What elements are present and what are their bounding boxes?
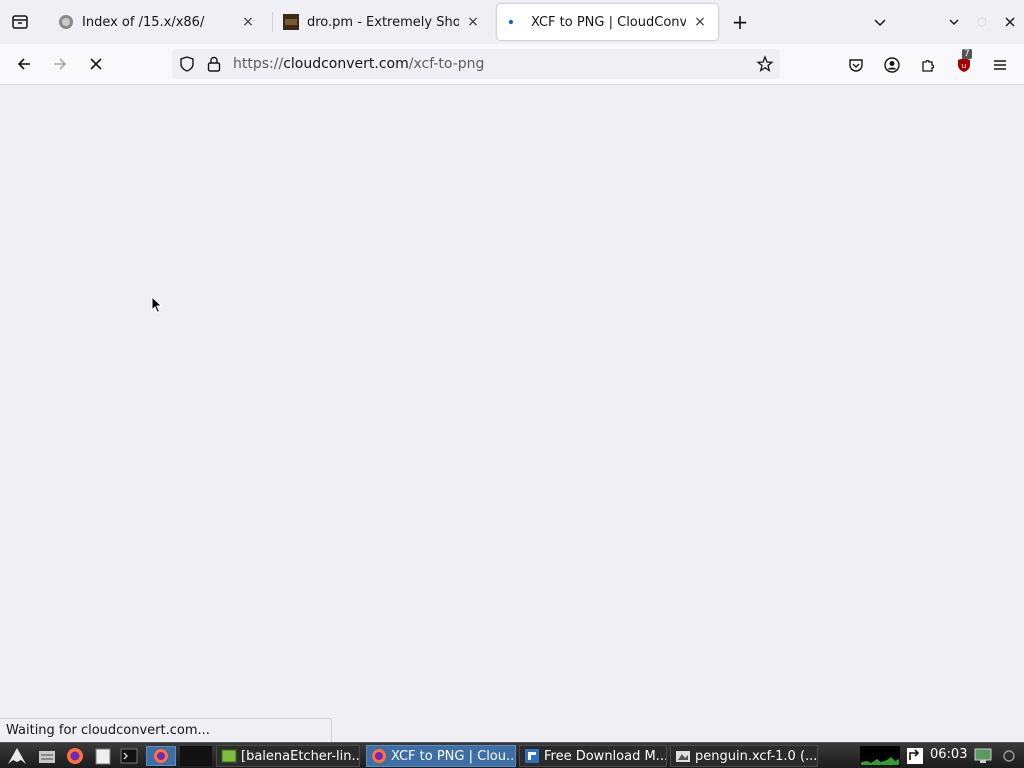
chevron-down-icon bbox=[874, 19, 886, 27]
list-all-tabs-button[interactable] bbox=[868, 10, 892, 34]
url-text[interactable]: https://cloudconvert.com/xcf-to-png bbox=[233, 56, 484, 72]
tab-title: Index of /15.x/x86/ bbox=[82, 14, 205, 30]
account-icon bbox=[884, 57, 900, 73]
taskbar-window-cloudconvert[interactable]: XCF to PNG | Clou... bbox=[366, 745, 516, 767]
circle-icon bbox=[977, 17, 987, 27]
app-menu-button[interactable] bbox=[988, 53, 1012, 77]
chevron-down-icon bbox=[949, 19, 959, 25]
tab-title: XCF to PNG | CloudConvert bbox=[531, 14, 686, 30]
display-tray-icon[interactable] bbox=[972, 746, 994, 766]
arrow-right-icon bbox=[54, 58, 67, 70]
taskbar: [balenaEtcher-lin... XCF to PNG | Clou..… bbox=[0, 742, 1024, 768]
tab-close-icon[interactable]: × bbox=[465, 14, 481, 30]
status-panel: Waiting for cloudconvert.com... bbox=[0, 718, 332, 742]
taskbar-window-label: penguin.xcf-1.0 (... bbox=[695, 748, 818, 764]
firefox-launcher[interactable] bbox=[64, 746, 86, 766]
gimp-icon bbox=[676, 751, 690, 762]
navigation-toolbar: https://cloudconvert.com/xcf-to-png u 7 bbox=[0, 44, 1024, 85]
pocket-button[interactable] bbox=[844, 53, 868, 77]
forward-button[interactable] bbox=[48, 52, 72, 76]
text-editor-launcher[interactable] bbox=[92, 746, 114, 766]
firefox-running-launcher[interactable] bbox=[146, 746, 176, 766]
file-manager-launcher[interactable] bbox=[36, 746, 58, 766]
taskbar-window-label: XCF to PNG | Clou... bbox=[391, 748, 516, 764]
puzzle-icon bbox=[922, 59, 935, 72]
terminal-icon bbox=[120, 748, 138, 764]
taskbar-window-penguin-xcf[interactable]: penguin.xcf-1.0 (... bbox=[670, 745, 818, 767]
taskbar-window-free-download[interactable]: Free Download M... bbox=[519, 745, 667, 767]
firefox-icon bbox=[67, 748, 83, 764]
minimize-button[interactable] bbox=[942, 10, 966, 34]
power-tray-icon[interactable] bbox=[998, 746, 1020, 766]
arrow-left-icon bbox=[17, 58, 30, 70]
tab-title: dro.pm - Extremely Short URL bbox=[307, 14, 459, 30]
folder-icon bbox=[39, 751, 55, 763]
taskbar-clock: 06:03 bbox=[930, 747, 968, 762]
tab-close-icon[interactable]: × bbox=[692, 14, 708, 30]
loading-dot-icon bbox=[507, 14, 523, 30]
firefox-icon bbox=[372, 749, 386, 763]
arch-logo-icon bbox=[8, 748, 26, 764]
hamburger-menu-icon bbox=[994, 60, 1006, 70]
firefox-view-icon bbox=[12, 15, 28, 29]
cpu-monitor-graph bbox=[860, 746, 900, 766]
document-icon bbox=[95, 748, 111, 765]
url-bar[interactable]: https://cloudconvert.com/xcf-to-png bbox=[172, 49, 780, 79]
url-host: cloudconvert.com bbox=[283, 56, 409, 72]
close-icon bbox=[1005, 17, 1015, 27]
globe-icon bbox=[58, 14, 74, 30]
extensions-button[interactable] bbox=[916, 53, 940, 77]
firefox-icon bbox=[154, 749, 168, 763]
refresh-icon bbox=[1003, 750, 1015, 762]
lock-icon[interactable] bbox=[206, 55, 222, 77]
cpu-graph-icon bbox=[861, 757, 899, 765]
tab-dro-pm[interactable]: dro.pm - Extremely Short URL × bbox=[273, 4, 491, 40]
taskbar-window-label: Free Download M... bbox=[544, 748, 667, 764]
mouse-cursor-icon bbox=[151, 296, 163, 314]
network-tray-icon[interactable] bbox=[904, 746, 926, 766]
download-manager-icon bbox=[525, 749, 539, 763]
shield-icon[interactable] bbox=[178, 55, 196, 77]
workspace-pager[interactable] bbox=[180, 746, 212, 766]
back-button[interactable] bbox=[12, 52, 36, 76]
new-tab-button[interactable]: + bbox=[728, 10, 752, 34]
pocket-icon bbox=[849, 59, 863, 72]
monitor-icon bbox=[974, 748, 992, 763]
stop-button[interactable] bbox=[84, 52, 108, 76]
taskbar-window-label: [balenaEtcher-lin... bbox=[241, 748, 360, 764]
bookmark-star-icon[interactable] bbox=[756, 55, 774, 77]
url-path: /xcf-to-png bbox=[408, 56, 485, 72]
page-content: Waiting for cloudconvert.com... bbox=[0, 85, 1024, 742]
svg-text:u: u bbox=[962, 62, 966, 70]
archive-icon bbox=[221, 749, 237, 763]
account-button[interactable] bbox=[880, 53, 904, 77]
terminal-launcher[interactable] bbox=[118, 746, 140, 766]
window-close-button[interactable] bbox=[998, 10, 1022, 34]
network-icon bbox=[907, 748, 923, 764]
maximize-button[interactable] bbox=[970, 10, 994, 34]
stop-icon bbox=[90, 58, 102, 70]
url-scheme: https:// bbox=[233, 56, 284, 72]
extension-badge: 7 bbox=[962, 49, 972, 59]
dro-pm-favicon-icon bbox=[283, 14, 299, 30]
tab-cloudconvert[interactable]: XCF to PNG | CloudConvert × bbox=[497, 4, 718, 40]
tab-close-icon[interactable]: × bbox=[240, 14, 256, 30]
tab-index[interactable]: Index of /15.x/x86/ × bbox=[48, 4, 266, 40]
ublock-origin-button[interactable]: u 7 bbox=[952, 49, 976, 77]
start-menu-button[interactable] bbox=[6, 746, 28, 766]
taskbar-window-balenaetcher[interactable]: [balenaEtcher-lin... bbox=[216, 745, 360, 767]
firefox-view-button[interactable] bbox=[8, 10, 32, 34]
tab-strip: Index of /15.x/x86/ × dro.pm - Extremely… bbox=[0, 0, 1024, 44]
